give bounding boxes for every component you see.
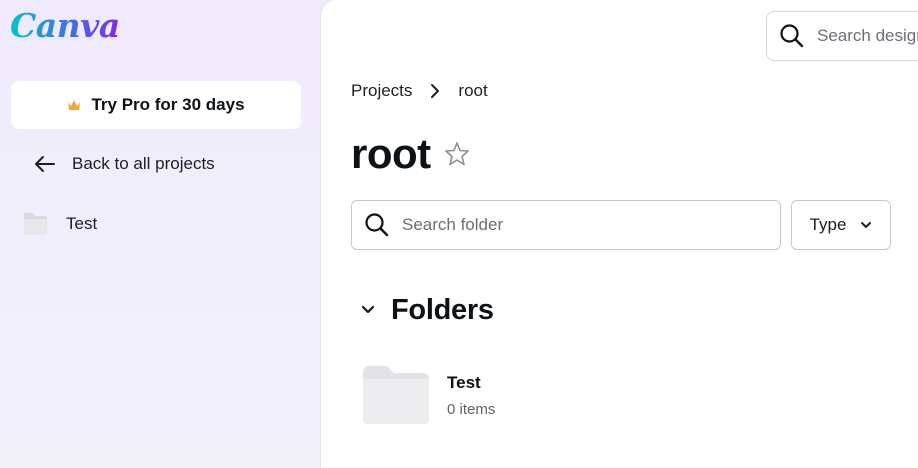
design-search-input[interactable]: Search designs [766, 11, 918, 61]
folders-section-toggle[interactable]: Folders [361, 290, 494, 330]
back-to-projects-link[interactable]: Back to all projects [34, 150, 215, 178]
chevron-right-icon [430, 83, 440, 99]
sidebar-folder-label: Test [66, 214, 98, 233]
canva-logo[interactable]: Canva [10, 6, 120, 45]
try-pro-button[interactable]: Try Pro for 30 days [11, 81, 301, 129]
folder-search-input[interactable] [402, 215, 762, 235]
search-icon [779, 23, 805, 49]
breadcrumb-projects[interactable]: Projects [351, 81, 412, 101]
search-icon [364, 212, 390, 238]
folder-meta: Test 0 items [447, 373, 495, 418]
back-label: Back to all projects [72, 154, 215, 173]
folder-card-test[interactable]: Test 0 items [361, 364, 495, 426]
breadcrumb-root: root [458, 81, 488, 100]
type-filter-button[interactable]: Type [791, 200, 891, 250]
chevron-down-icon [860, 221, 872, 229]
arrow-left-icon [34, 155, 56, 173]
type-filter-label: Type [809, 215, 847, 234]
sidebar-item-test-folder[interactable]: Test [22, 208, 97, 240]
chevron-down-icon [361, 305, 375, 315]
folders-heading: Folders [391, 293, 494, 326]
breadcrumb: Projects root [351, 78, 488, 104]
folder-item-count: 0 items [447, 400, 496, 418]
page-title: root [351, 130, 431, 177]
folder-icon [22, 211, 49, 237]
try-pro-label: Try Pro for 30 days [91, 95, 245, 114]
sidebar: Canva Try Pro for 30 days Back to all pr… [0, 0, 320, 468]
crown-icon [67, 99, 81, 111]
main-panel: Search designs Projects root root Type F… [321, 0, 918, 468]
design-search-placeholder: Search designs [817, 26, 918, 45]
folder-search-field[interactable] [351, 200, 781, 250]
folder-name: Test [447, 372, 481, 392]
page-title-row: root [351, 126, 471, 182]
folder-icon [361, 364, 431, 426]
star-icon[interactable] [443, 140, 471, 168]
